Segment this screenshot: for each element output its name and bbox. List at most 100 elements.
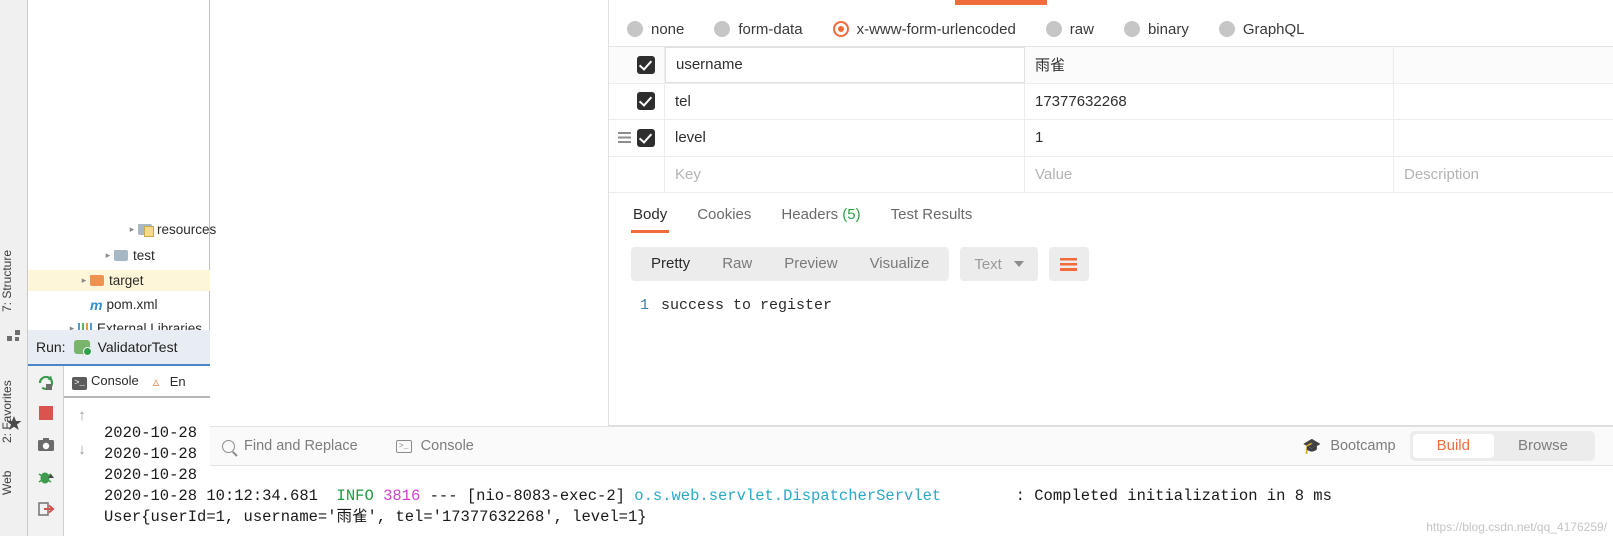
- value-input[interactable]: 17377632268: [1025, 83, 1394, 119]
- tree-item-pom-xml[interactable]: m pom.xml: [28, 294, 210, 315]
- body-type-label: raw: [1069, 20, 1094, 38]
- console-line: 2020-10-28 10:12:34.681 INFO 3816 --- [n…: [104, 487, 1332, 505]
- description-input-empty[interactable]: Description: [1394, 157, 1613, 193]
- chevron-right-icon[interactable]: ▸: [126, 224, 138, 235]
- chevron-right-icon[interactable]: ▸: [78, 275, 90, 286]
- response-viewer-toolbar: Pretty Raw Preview Visualize Text: [609, 240, 1613, 288]
- structure-icon[interactable]: [6, 328, 22, 344]
- body-type-binary[interactable]: binary: [1123, 20, 1189, 38]
- line-content: success to register: [661, 297, 833, 314]
- radio-icon: [1045, 21, 1062, 37]
- description-input[interactable]: [1394, 47, 1613, 83]
- body-type-graphql[interactable]: GraphQL: [1218, 21, 1305, 38]
- description-input[interactable]: [1394, 120, 1613, 156]
- tab-endpoints[interactable]: ▵ En: [153, 374, 186, 389]
- body-type-label: x-www-form-urlencoded: [856, 20, 1016, 38]
- body-type-none[interactable]: none: [627, 21, 684, 38]
- run-panel-tabs: >_ Console ▵ En: [64, 366, 210, 396]
- log-thread: [nio-8083-exec-2]: [466, 487, 625, 505]
- body-type-raw[interactable]: raw: [1045, 20, 1094, 38]
- tab-test-results[interactable]: Test Results: [889, 194, 975, 235]
- scroll-up-icon[interactable]: ↑: [75, 408, 89, 424]
- table-row[interactable]: level 1: [609, 120, 1613, 157]
- checkbox-checked-icon[interactable]: [637, 128, 655, 147]
- wrap-lines-icon: [1060, 257, 1078, 271]
- key-input[interactable]: tel: [665, 83, 1025, 119]
- body-type-form-data[interactable]: form-data: [714, 21, 803, 38]
- description-input[interactable]: [1394, 84, 1613, 120]
- sidebar-item-web[interactable]: Web: [0, 462, 28, 504]
- toggle-build[interactable]: Build: [1412, 434, 1494, 458]
- toggle-browse[interactable]: Browse: [1494, 434, 1592, 458]
- console-label: Console: [420, 438, 474, 454]
- folder-resources-icon: [138, 224, 154, 237]
- run-config-icon: [73, 340, 92, 356]
- exit-icon[interactable]: [37, 500, 55, 518]
- view-mode-preview[interactable]: Preview: [768, 247, 853, 281]
- bootcamp-label: Bootcamp: [1330, 438, 1396, 454]
- radio-icon: [1218, 21, 1235, 37]
- run-label: Run:: [36, 339, 66, 355]
- row-checkbox-cell: [609, 156, 665, 192]
- value-input-empty[interactable]: Value: [1025, 156, 1394, 192]
- star-icon[interactable]: [6, 415, 22, 431]
- body-type-label: binary: [1147, 20, 1189, 38]
- table-row[interactable]: username 雨雀: [609, 47, 1613, 84]
- view-mode-raw[interactable]: Raw: [706, 247, 768, 281]
- row-checkbox-cell: [609, 120, 665, 156]
- project-tree: ▸ resources ▸ test ▸ target m pom.xml ▸: [28, 0, 216, 336]
- key-input[interactable]: username: [665, 47, 1025, 83]
- view-mode-visualize[interactable]: Visualize: [854, 247, 946, 281]
- bootcamp-button[interactable]: 🎓 Bootcamp: [1303, 437, 1396, 455]
- console-button[interactable]: >_ Console: [395, 438, 474, 454]
- params-table: username 雨雀 tel 17377632268 level 1 Key …: [609, 46, 1613, 193]
- tab-console[interactable]: >_ Console: [72, 373, 139, 390]
- graduation-cap-icon: 🎓: [1302, 438, 1322, 455]
- value-input[interactable]: 雨雀: [1025, 47, 1394, 83]
- tab-headers[interactable]: Headers (5): [779, 194, 862, 235]
- run-configuration-name[interactable]: ValidatorTest: [98, 339, 178, 355]
- debug-icon[interactable]: [37, 468, 55, 486]
- tree-item-target[interactable]: ▸ target: [28, 270, 210, 291]
- body-type-x-www-form-urlencoded[interactable]: x-www-form-urlencoded: [832, 20, 1016, 38]
- view-mode-group: Pretty Raw Preview Visualize: [631, 247, 950, 281]
- chevron-right-icon[interactable]: ▸: [102, 250, 114, 261]
- body-type-radio-group: none form-data x-www-form-urlencoded raw…: [609, 12, 1613, 46]
- format-dropdown[interactable]: Text: [960, 247, 1038, 281]
- table-row[interactable]: tel 17377632268: [609, 83, 1613, 120]
- postman-footer: Find and Replace >_ Console 🎓 Bootcamp B…: [210, 426, 1613, 466]
- scroll-down-icon[interactable]: ↓: [75, 442, 89, 458]
- rerun-icon[interactable]: [37, 374, 55, 392]
- tree-item-label: pom.xml: [106, 297, 158, 312]
- tree-item-label: test: [133, 248, 155, 263]
- sidebar-item-favorites[interactable]: 2: Favorites: [0, 372, 28, 452]
- tree-item-resources[interactable]: ▸ resources: [28, 219, 216, 240]
- wrap-lines-button[interactable]: [1048, 247, 1089, 281]
- sidebar-item-structure[interactable]: 7: Structure: [0, 240, 28, 322]
- body-type-label: none: [651, 20, 685, 38]
- checkbox-checked-icon[interactable]: [637, 55, 655, 74]
- key-input-empty[interactable]: Key: [665, 156, 1025, 192]
- tab-body[interactable]: Body: [631, 194, 670, 235]
- folder-target-icon: [90, 275, 104, 286]
- find-and-replace-label: Find and Replace: [244, 438, 358, 454]
- value-input[interactable]: 1: [1025, 120, 1394, 156]
- tab-endpoints-label: En: [169, 373, 186, 389]
- tab-cookies[interactable]: Cookies: [695, 194, 753, 235]
- console-line: 2020-10-28: [104, 424, 198, 442]
- stop-icon[interactable]: [37, 404, 55, 422]
- tree-item-label: target: [109, 273, 144, 288]
- log-message: : Completed initialization in 8 ms: [1015, 487, 1332, 505]
- tree-item-test[interactable]: ▸ test: [28, 245, 210, 266]
- find-and-replace-button[interactable]: Find and Replace: [222, 438, 358, 454]
- checkbox-checked-icon[interactable]: [637, 92, 655, 111]
- log-logger: o.s.web.servlet.DispatcherServlet: [634, 487, 942, 505]
- view-mode-pretty[interactable]: Pretty: [635, 247, 706, 281]
- console-line: 2020-10-28: [104, 445, 198, 463]
- row-checkbox-cell: [609, 47, 665, 83]
- table-row-empty[interactable]: Key Value Description: [609, 156, 1613, 193]
- camera-icon[interactable]: [37, 436, 55, 454]
- drag-handle-icon[interactable]: [618, 132, 631, 144]
- key-input[interactable]: level: [665, 120, 1025, 156]
- response-body[interactable]: 1 success to register: [609, 288, 1613, 425]
